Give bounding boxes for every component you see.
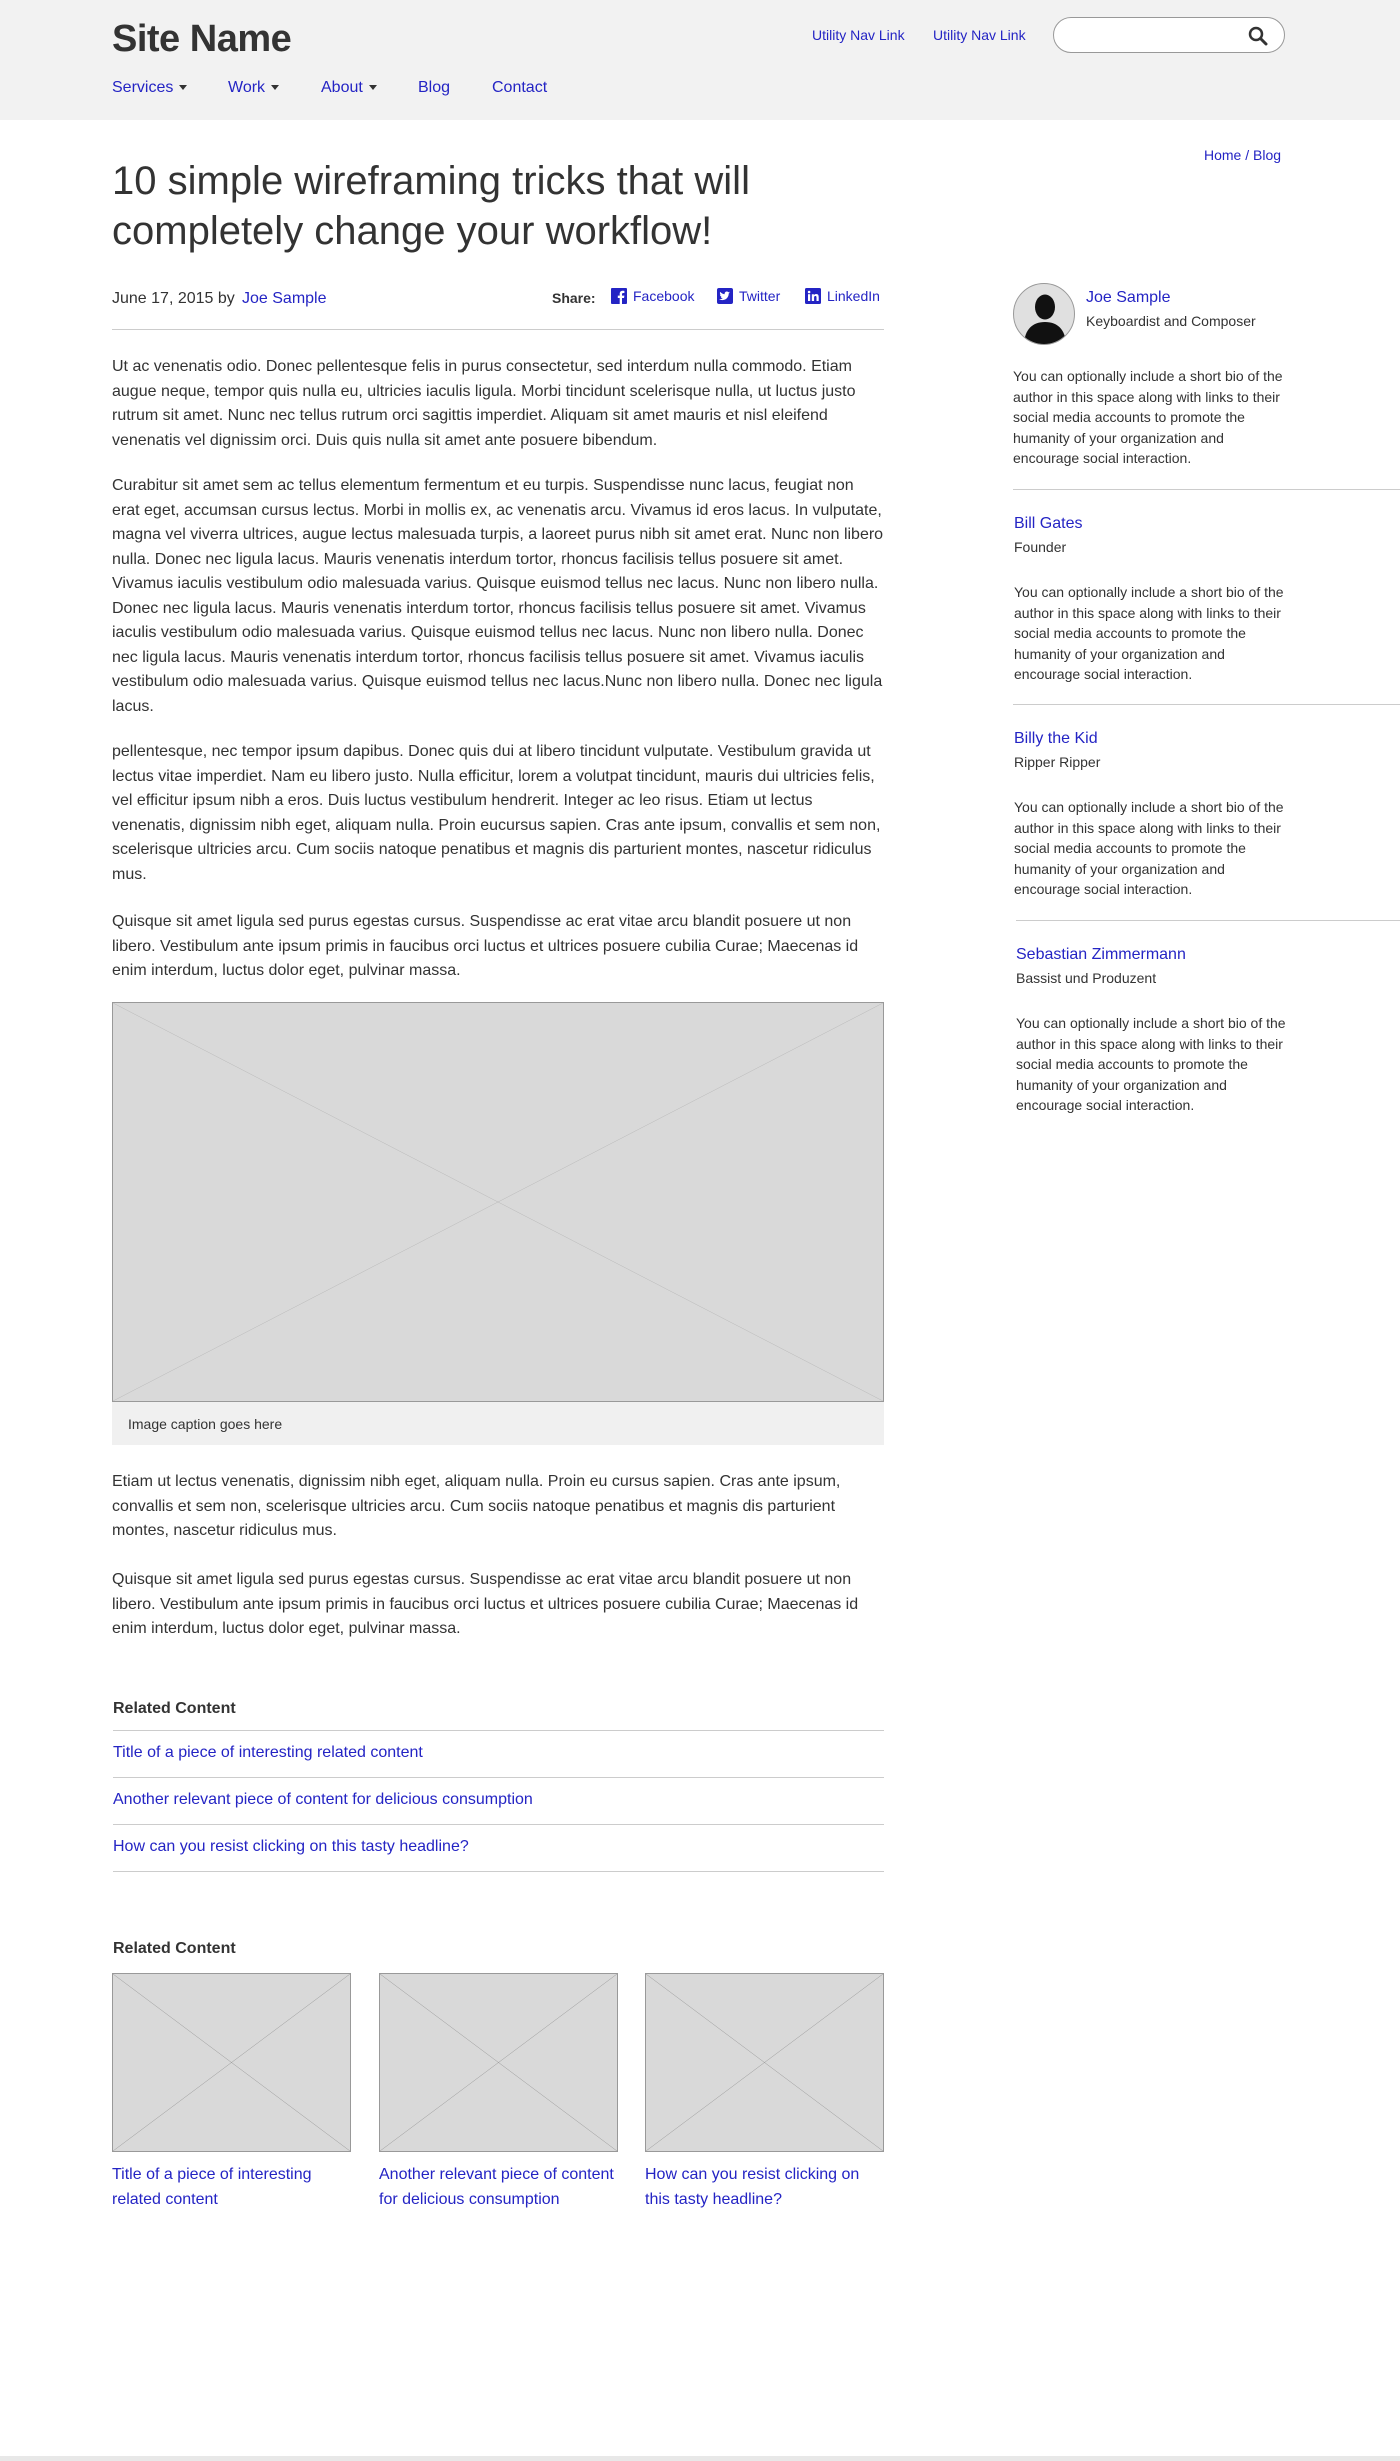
facebook-icon [611,288,627,304]
related-card: Title of a piece of interesting related … [112,1973,351,2212]
related-content-cards-title: Related Content [113,1940,236,1957]
related-card-link[interactable]: How can you resist clicking on this tast… [645,2162,884,2212]
author-divider [1016,920,1400,921]
image-placeholder [112,1002,884,1402]
author-name-link[interactable]: Joe Sample [1086,289,1171,307]
caret-down-icon [271,85,280,91]
article-meta: June 17, 2015 by Joe Sample Share: Faceb… [112,288,884,330]
card-image-placeholder[interactable] [645,1973,884,2152]
card-image-placeholder[interactable] [112,1973,351,2152]
site-name[interactable]: Site Name [112,18,292,61]
article-figure: Image caption goes here [112,1002,884,1445]
author-role: Bassist und Produzent [1016,970,1157,986]
twitter-icon [717,288,733,304]
author-name-link[interactable]: Sebastian Zimmermann [1016,946,1186,964]
author-bio: You can optionally include a short bio o… [1013,368,1283,466]
author-avatar[interactable] [1013,283,1075,345]
related-content-title: Related Content [113,1700,236,1717]
page-title: 10 simple wireframing tricks that will c… [112,159,750,253]
related-content-link[interactable]: Title of a piece of interesting related … [113,1731,884,1778]
card-image-placeholder[interactable] [379,1973,618,2152]
image-caption: Image caption goes here [112,1402,884,1445]
placeholder-cross-icon [113,1003,883,1401]
share-twitter-label: Twitter [739,288,781,304]
related-content-link[interactable]: Another relevant piece of content for de… [113,1778,884,1825]
nav-item-contact[interactable]: Contact [492,79,547,97]
search-input[interactable] [1068,25,1238,45]
related-content-link[interactable]: How can you resist clicking on this tast… [113,1825,884,1872]
related-content-list: Title of a piece of interesting related … [113,1730,884,1872]
author-bio: You can optionally include a short bio o… [1016,1015,1286,1113]
share-linkedin-label: LinkedIn [827,288,880,304]
article-paragraph: pellentesque, nec tempor ipsum dapibus. … [112,743,881,883]
article-paragraph: Curabitur sit amet sem ac tellus element… [112,477,884,715]
article-paragraph: Ut ac venenatis odio. Donec pellentesque… [112,358,856,449]
nav-item-label: Services [112,79,174,96]
nav-item-about[interactable]: About [321,79,377,97]
placeholder-cross-icon [646,1974,883,2151]
author-divider [1013,489,1400,490]
article-paragraph: Etiam ut lectus venenatis, dignissim nib… [112,1473,841,1539]
utility-nav-link-1[interactable]: Utility Nav Link [812,27,905,43]
search-box [1053,17,1285,53]
author-role: Founder [1014,539,1067,555]
person-silhouette-icon [1024,294,1066,344]
related-card-link[interactable]: Another relevant piece of content for de… [379,2162,618,2212]
nav-item-blog[interactable]: Blog [418,79,450,97]
related-card: Another relevant piece of content for de… [379,1973,618,2212]
author-bio: You can optionally include a short bio o… [1014,584,1284,682]
related-card: How can you resist clicking on this tast… [645,1973,884,2212]
footer-bar [0,2456,1400,2461]
related-card-link[interactable]: Title of a piece of interesting related … [112,2162,351,2212]
caret-down-icon [368,85,377,91]
nav-item-services[interactable]: Services [112,79,188,97]
author-divider [1013,704,1400,705]
site-header: Site Name Utility Nav Link Utility Nav L… [0,0,1400,120]
author-role: Ripper Ripper [1014,754,1101,770]
search-icon[interactable] [1248,26,1268,46]
share-label: Share: [552,290,596,306]
nav-item-label: About [321,79,363,96]
share-facebook-label: Facebook [633,288,695,304]
breadcrumb[interactable]: Home / Blog [1204,147,1281,163]
nav-item-label: Contact [492,79,548,96]
caret-down-icon [179,85,188,91]
author-name-link[interactable]: Billy the Kid [1014,730,1098,748]
placeholder-cross-icon [113,1974,350,2151]
article-paragraph: Quisque sit amet ligula sed purus egesta… [112,913,859,979]
utility-nav-link-2[interactable]: Utility Nav Link [933,27,1026,43]
article-paragraph: Quisque sit amet ligula sed purus egesta… [112,1571,859,1637]
nav-item-label: Blog [418,79,451,96]
share-linkedin-link[interactable]: LinkedIn [805,288,880,304]
linkedin-icon [805,288,821,304]
placeholder-cross-icon [380,1974,617,2151]
article-author-link[interactable]: Joe Sample [242,290,327,308]
share-twitter-link[interactable]: Twitter [717,288,780,304]
nav-item-work[interactable]: Work [228,79,280,97]
nav-item-label: Work [228,79,266,96]
author-role: Keyboardist and Composer [1086,313,1256,329]
article-date: June 17, 2015 by [112,290,235,307]
author-name-link[interactable]: Bill Gates [1014,515,1082,533]
share-facebook-link[interactable]: Facebook [611,288,694,304]
author-bio: You can optionally include a short bio o… [1014,799,1284,897]
